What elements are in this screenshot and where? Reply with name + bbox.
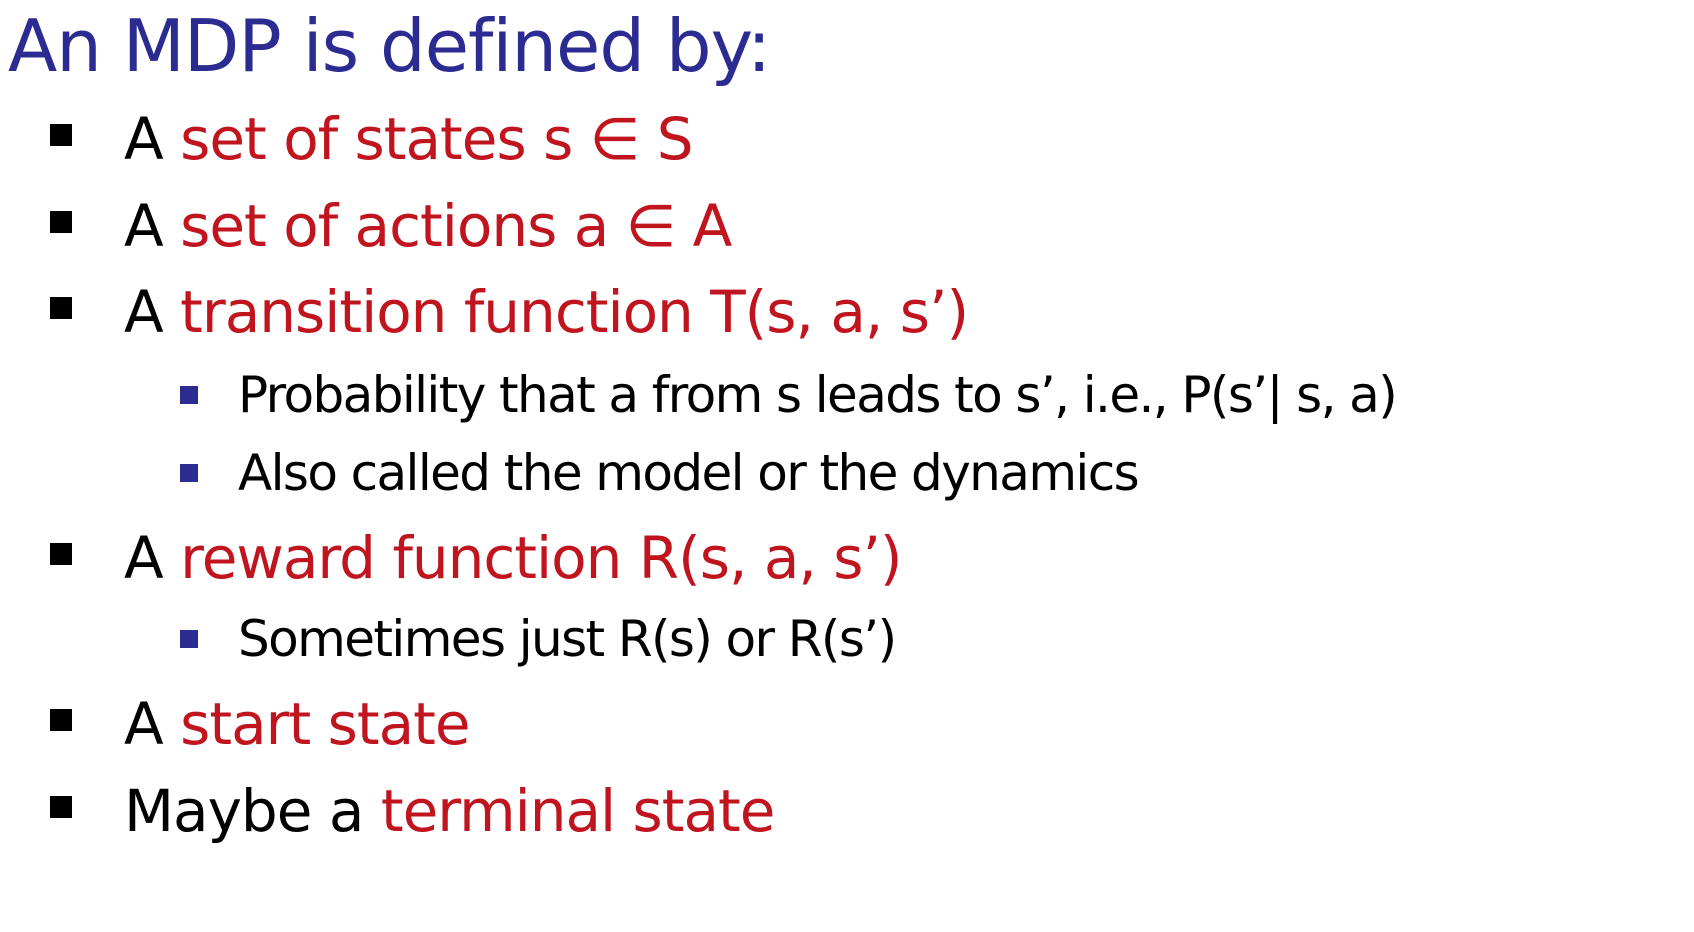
bullet-prefix: Maybe a [124,777,381,845]
square-bullet-icon [50,709,72,731]
bullet-prefix: A [124,524,181,592]
sub-bullet-text: Probability that a from s leads to s’, i… [238,366,1398,424]
bullet-highlight: set of actions a ∈ A [180,192,732,260]
square-bullet-icon [50,796,72,818]
sub-bullet-text: Also called the model or the dynamics [238,444,1140,502]
bullet-prefix: A [124,105,181,173]
square-bullet-icon [50,543,72,565]
bullet-highlight: reward function R(s, a, s’) [180,524,902,592]
bullet-prefix: A [124,278,181,346]
bullet-text: Maybe a terminal state [124,776,776,846]
bullet-highlight: set of states s ∈ S [180,105,693,173]
bullet-prefix: A [124,192,181,260]
bullet-text: A transition function T(s, a, s’) [124,277,969,347]
bullet-highlight: start state [180,690,470,758]
sub-bullet-text: Sometimes just R(s) or R(s’) [238,610,897,668]
square-bullet-icon [50,124,72,146]
bullet-text: A set of states s ∈ S [124,104,694,174]
bullet-highlight: terminal state [380,777,776,845]
square-bullet-icon [180,464,198,482]
square-bullet-icon [180,386,198,404]
bullet-prefix: A [124,690,181,758]
bullet-text: A start state [124,689,471,759]
bullet-highlight: transition function T(s, a, s’) [180,278,969,346]
square-bullet-icon [50,211,72,233]
square-bullet-icon [50,297,72,319]
bullet-text: A set of actions a ∈ A [124,191,732,261]
page-title: An MDP is defined by: [8,4,771,88]
bullet-text: A reward function R(s, a, s’) [124,523,903,593]
square-bullet-icon [180,630,198,648]
